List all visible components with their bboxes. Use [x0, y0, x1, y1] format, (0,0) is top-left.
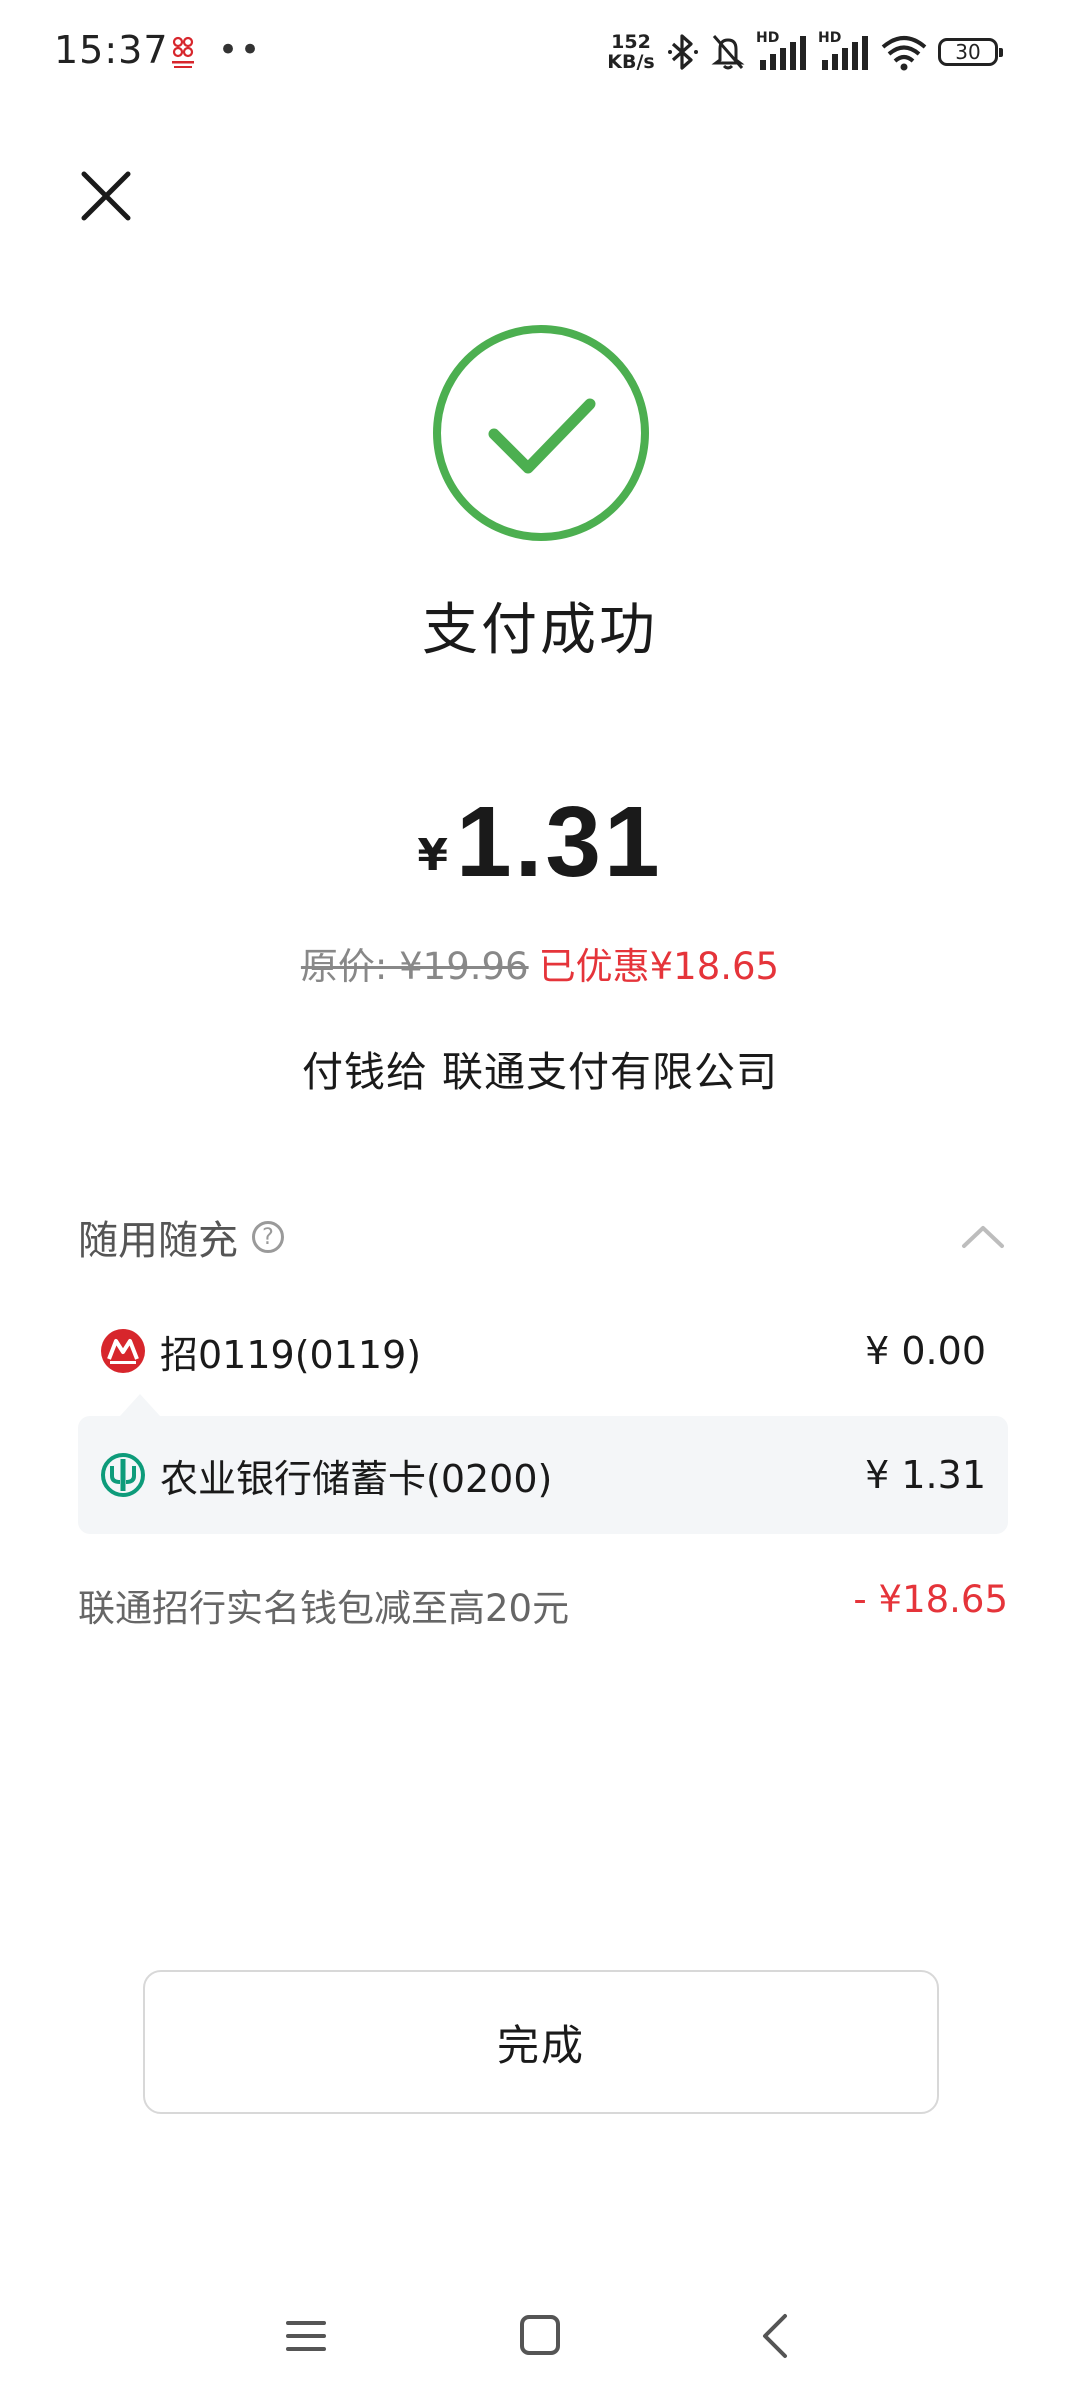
- original-price: 原价: ¥19.96: [300, 945, 529, 988]
- payment-method-row-abc[interactable]: 农业银行储蓄卡(0200) ¥ 1.31: [78, 1416, 1008, 1534]
- network-speed: 152 KB/s: [601, 32, 661, 72]
- payment-amount: ¥1.31: [0, 785, 1080, 900]
- chevron-up-icon[interactable]: [958, 1222, 1008, 1252]
- back-icon[interactable]: [755, 2312, 795, 2360]
- check-circle-icon: [433, 325, 649, 541]
- mute-bell-icon: [711, 35, 745, 70]
- unicom-logo: [172, 36, 194, 68]
- signal-hd-2-icon: HD: [818, 30, 870, 72]
- discount-text: 已优惠¥18.65: [538, 945, 780, 988]
- battery-level: 30: [955, 40, 981, 64]
- success-title: 支付成功: [422, 598, 658, 663]
- payment-method-amount: ¥ 0.00: [865, 1329, 986, 1373]
- bluetooth-icon: [668, 34, 698, 70]
- section-header: 随用随充 ?: [78, 1208, 284, 1266]
- promo-amount: - ¥18.65: [853, 1578, 1008, 1621]
- done-button[interactable]: 完成: [143, 1970, 939, 2114]
- promo-label: 联通招行实名钱包减至高20元: [78, 1587, 570, 1630]
- payment-method-label: 农业银行储蓄卡(0200): [160, 1456, 553, 1501]
- battery-icon: 30: [938, 38, 1003, 66]
- currency-symbol: ¥: [417, 830, 448, 881]
- home-icon[interactable]: [519, 2314, 561, 2356]
- cmb-bank-icon: [101, 1329, 145, 1373]
- status-icons: HD HD 30: [666, 30, 1003, 72]
- status-time: 15:37: [54, 28, 169, 72]
- price-line: 原价: ¥19.96 已优惠¥18.65: [0, 936, 1080, 990]
- selection-pointer: [120, 1394, 160, 1416]
- section-title: 随用随充: [78, 1218, 238, 1264]
- wifi-icon: [881, 36, 927, 71]
- payee: 付钱给 联通支付有限公司: [301, 1048, 779, 1096]
- signal-hd-1-icon: HD: [756, 30, 808, 72]
- amount-value: 1.31: [455, 786, 663, 898]
- close-icon[interactable]: [76, 166, 136, 226]
- network-speed-value: 152: [611, 31, 651, 53]
- payment-method-amount: ¥ 1.31: [865, 1453, 986, 1497]
- network-speed-unit: KB/s: [607, 51, 655, 73]
- menu-icon[interactable]: [284, 2314, 328, 2358]
- status-dots: ••: [218, 30, 263, 70]
- done-button-label: 完成: [496, 2020, 585, 2070]
- help-icon[interactable]: ?: [252, 1221, 284, 1253]
- abc-bank-icon: [101, 1453, 145, 1497]
- payment-method-label: 招0119(0119): [160, 1332, 422, 1377]
- payment-method-row-cmb[interactable]: 招0119(0119) ¥ 0.00: [78, 1292, 1008, 1410]
